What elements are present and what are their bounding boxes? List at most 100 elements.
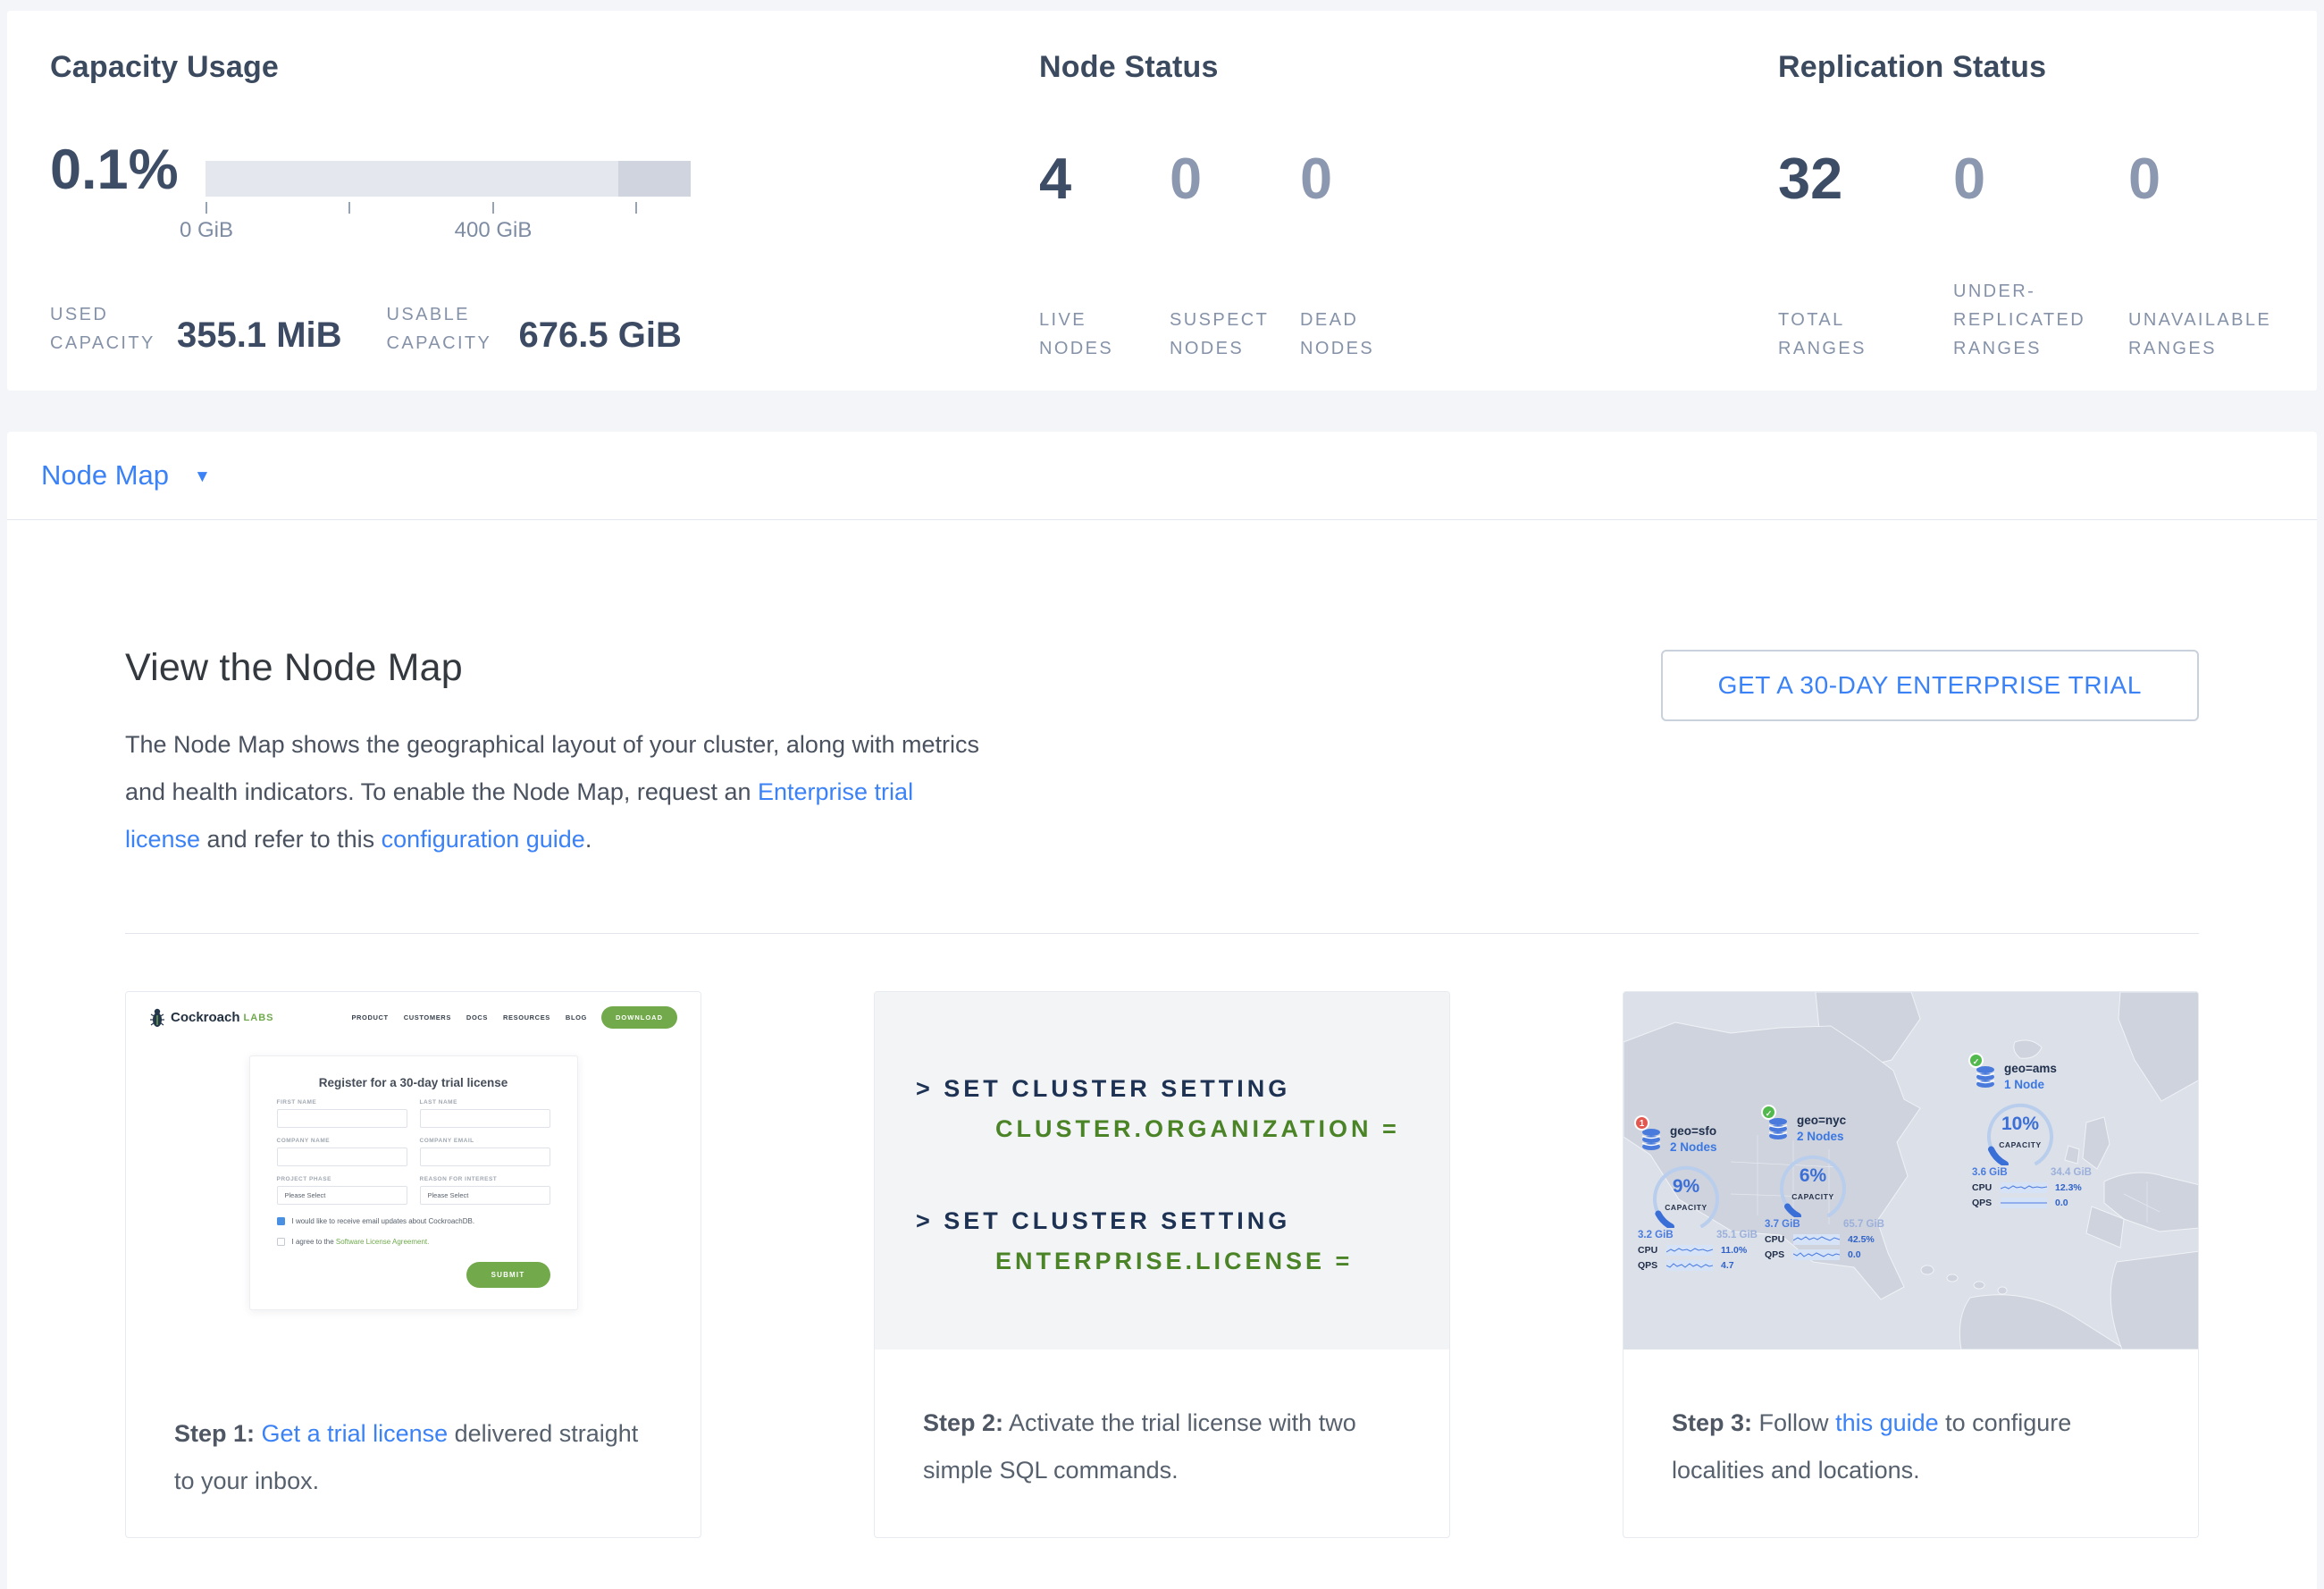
- panel-gap: [7, 391, 2317, 432]
- dead-nodes-stat: 0 DEAD NODES: [1300, 136, 1430, 363]
- minisite-nav-item: RESOURCES: [503, 1013, 550, 1022]
- intro-section: View the Node Map The Node Map shows the…: [125, 641, 2199, 863]
- step3-text: Follow: [1752, 1409, 1835, 1436]
- sql-line: ENTERPRISE.LICENSE =: [995, 1248, 1449, 1275]
- total-ranges-stat: 32 TOTAL RANGES: [1778, 136, 1953, 363]
- minisite-nav-item: BLOG: [566, 1013, 587, 1022]
- suspect-nodes-stat: 0 SUSPECT NODES: [1170, 136, 1300, 363]
- last-name-label: LAST NAME: [420, 1099, 550, 1106]
- locality-name: geo=nyc: [1797, 1114, 1846, 1127]
- capacity-gauge: 9% CAPACITY: [1643, 1162, 1729, 1228]
- qps-row: QPS 4.7: [1638, 1260, 1772, 1271]
- used-capacity: 3.7 GiB: [1765, 1219, 1800, 1230]
- cluster-summary-panel: Capacity Usage 0.1% 0 GiB 400 GiB USED C…: [7, 11, 2317, 391]
- qps-row: QPS 0.0: [1765, 1249, 1899, 1260]
- unavailable-ranges-stat: 0 UNAVAILABLE RANGES: [2128, 136, 2303, 363]
- reason-label: REASON FOR INTEREST: [420, 1176, 550, 1182]
- get-trial-license-link[interactable]: Get a trial license: [262, 1420, 449, 1447]
- node-map-preview: 1 geo=sfo 2 Nodes: [1623, 992, 2198, 1349]
- total-capacity: 35.1 GiB: [1716, 1230, 1758, 1240]
- step1-prefix: Step 1:: [174, 1420, 255, 1447]
- cpu-label: CPU: [1765, 1234, 1793, 1245]
- total-capacity: 34.4 GiB: [2051, 1167, 2092, 1178]
- sql-commands-panel: > SET CLUSTER SETTING CLUSTER.ORGANIZATI…: [875, 992, 1449, 1349]
- dead-nodes-label: DEAD NODES: [1300, 306, 1404, 363]
- capacity-gauge: 6% CAPACITY: [1770, 1151, 1856, 1217]
- capacity-percent: 6%: [1770, 1165, 1856, 1187]
- locality-node-count: 2 Nodes: [1670, 1140, 1717, 1154]
- node-map-dropdown[interactable]: Node Map ▼: [41, 459, 211, 492]
- step3-card: 1 geo=sfo 2 Nodes: [1623, 991, 2199, 1538]
- total-capacity: 65.7 GiB: [1843, 1219, 1884, 1230]
- capacity-stats: USED CAPACITY 355.1 MiB USABLE CAPACITY …: [50, 11, 682, 357]
- live-nodes-value: 4: [1039, 136, 1170, 222]
- desc-text: .: [585, 826, 592, 853]
- capacity-label: CAPACITY: [1643, 1203, 1729, 1212]
- cpu-value: 12.3%: [2055, 1182, 2082, 1193]
- qps-label: QPS: [1972, 1198, 2001, 1208]
- suspect-nodes-value: 0: [1170, 136, 1300, 222]
- locality-name: geo=ams: [2004, 1062, 2057, 1075]
- qps-sparkline: [2001, 1198, 2047, 1208]
- database-icon: [1766, 1117, 1790, 1142]
- usable-capacity-label: USABLE CAPACITY: [387, 300, 503, 357]
- qps-sparkline: [1666, 1260, 1713, 1271]
- error-badge: 1: [1634, 1115, 1649, 1131]
- suspect-nodes-label: SUSPECT NODES: [1170, 306, 1273, 363]
- node-map-bar: Node Map ▼: [7, 432, 2317, 520]
- step3-prefix: Step 3:: [1672, 1409, 1752, 1436]
- step1-caption: Step 1: Get a trial license delivered st…: [126, 1360, 701, 1505]
- capacity-percent: 10%: [1977, 1114, 2063, 1135]
- cpu-value: 11.0%: [1721, 1245, 1747, 1256]
- minisite-nav-item: DOCS: [466, 1013, 488, 1022]
- locality-marker-ams: ✓ geo=ams 1 Node: [1972, 1062, 2106, 1208]
- form-row: PROJECT PHASE Please Select REASON FOR I…: [277, 1166, 550, 1205]
- usable-capacity-value: 676.5 GiB: [519, 315, 682, 357]
- company-email-label: COMPANY EMAIL: [420, 1138, 550, 1144]
- cpu-value: 42.5%: [1848, 1234, 1875, 1245]
- qps-value: 4.7: [1721, 1260, 1734, 1271]
- minisite-nav: PRODUCT CUSTOMERS DOCS RESOURCES BLOG: [351, 1013, 587, 1022]
- locality-marker-nyc: ✓ geo=nyc 2 Nodes: [1765, 1114, 1899, 1260]
- last-name-field: [420, 1109, 550, 1128]
- step1-card: Cockroach LABS PRODUCT CUSTOMERS DOCS RE…: [125, 991, 701, 1538]
- database-icon: [1640, 1128, 1663, 1153]
- node-map-dropdown-label: Node Map: [41, 459, 169, 492]
- healthy-badge: ✓: [1761, 1105, 1776, 1120]
- email-updates-checkbox-row: I would like to receive email updates ab…: [277, 1217, 550, 1225]
- cpu-row: CPU 11.0%: [1638, 1245, 1772, 1256]
- step2-caption: Step 2: Activate the trial license with …: [875, 1349, 1449, 1494]
- checkbox-checked-icon: [277, 1217, 285, 1225]
- used-capacity: 3.2 GiB: [1638, 1230, 1674, 1240]
- qps-row: QPS 0.0: [1972, 1198, 2106, 1208]
- cpu-row: CPU 42.5%: [1765, 1234, 1899, 1245]
- cpu-label: CPU: [1972, 1182, 2001, 1193]
- replication-status-title: Replication Status: [1778, 50, 2046, 85]
- brand-name: Cockroach: [171, 1010, 240, 1025]
- this-guide-link[interactable]: this guide: [1835, 1409, 1939, 1436]
- form-title: Register for a 30-day trial license: [277, 1076, 550, 1089]
- replication-status-stats: 32 TOTAL RANGES 0 UNDER-REPLICATED RANGE…: [1778, 136, 2303, 363]
- used-capacity-label: USED CAPACITY: [50, 300, 161, 357]
- company-name-field: [277, 1148, 407, 1166]
- cpu-sparkline: [1793, 1234, 1840, 1245]
- live-nodes-stat: 4 LIVE NODES: [1039, 136, 1170, 363]
- chevron-down-icon: ▼: [194, 464, 211, 487]
- step2-prefix: Step 2:: [923, 1409, 1003, 1436]
- registration-screenshot: Cockroach LABS PRODUCT CUSTOMERS DOCS RE…: [126, 992, 701, 1360]
- reason-select: Please Select: [420, 1186, 550, 1205]
- cpu-label: CPU: [1638, 1245, 1666, 1256]
- enterprise-trial-button[interactable]: GET A 30-DAY ENTERPRISE TRIAL: [1661, 650, 2199, 721]
- node-status-stats: 4 LIVE NODES 0 SUSPECT NODES 0 DEAD NODE…: [1039, 136, 1430, 363]
- used-capacity-value: 355.1 MiB: [177, 315, 342, 357]
- configuration-guide-link[interactable]: configuration guide: [382, 826, 585, 853]
- capacity-label: CAPACITY: [1770, 1192, 1856, 1201]
- form-row: FIRST NAME LAST NAME: [277, 1089, 550, 1128]
- under-replicated-ranges-stat: 0 UNDER-REPLICATED RANGES: [1953, 136, 2128, 363]
- step2-card: > SET CLUSTER SETTING CLUSTER.ORGANIZATI…: [874, 991, 1450, 1538]
- cockroach-labs-logo: Cockroach LABS: [149, 1008, 273, 1028]
- minisite-download-button: DOWNLOAD: [601, 1006, 677, 1029]
- qps-label: QPS: [1765, 1249, 1793, 1260]
- company-name-label: COMPANY NAME: [277, 1138, 407, 1144]
- intro-description: The Node Map shows the geographical layo…: [125, 721, 987, 863]
